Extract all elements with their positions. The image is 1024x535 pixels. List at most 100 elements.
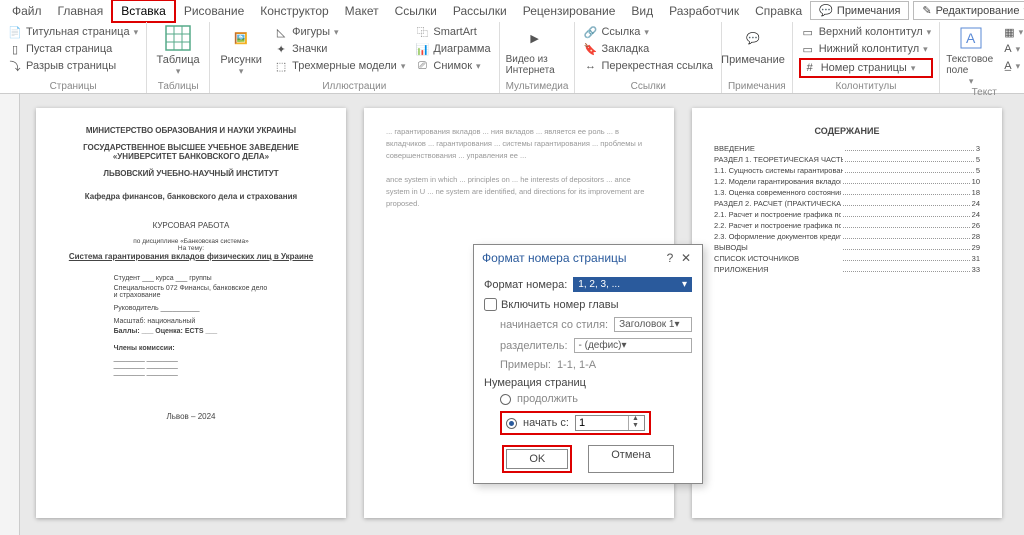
toc-entry-page: 28 xyxy=(972,232,980,241)
table-icon xyxy=(164,24,192,52)
footer-button[interactable]: ▭Нижний колонтитул▾ xyxy=(799,41,933,57)
toc-entry-page: 18 xyxy=(972,188,980,197)
title-institute: ЛЬВОВСКИЙ УЧЕБНО-НАУЧНЫЙ ИНСТИТУТ xyxy=(62,169,320,178)
link-button[interactable]: 🔗Ссылка▾ xyxy=(581,24,715,40)
page-1[interactable]: МИНИСТЕРСТВО ОБРАЗОВАНИЯ И НАУКИ УКРАИНЫ… xyxy=(36,108,346,518)
ok-button[interactable]: OK xyxy=(506,449,568,469)
toc-entry-text: 2.3. Оформление документов кредитного де… xyxy=(714,232,841,241)
smartart-button[interactable]: ⿻SmartArt xyxy=(413,24,492,40)
specialty-line: Специальность 072 Финансы, банковское де… xyxy=(114,285,269,299)
page-3[interactable]: СОДЕРЖАНИЕ ВВЕДЕНИЕ3РАЗДЕЛ 1. ТЕОРЕТИЧЕС… xyxy=(692,108,1002,518)
page-break-button[interactable]: ⤵Разрыв страницы xyxy=(6,58,140,74)
3dmodels-button[interactable]: ⬚Трехмерные модели▾ xyxy=(272,58,407,74)
cube-icon: ⬚ xyxy=(274,59,288,73)
menubar: Файл Главная Вставка Рисование Конструкт… xyxy=(0,0,1024,22)
comment-icon: 💬 xyxy=(739,24,767,52)
toc-entry-page: 29 xyxy=(972,243,980,252)
group-tables: Таблица▾ Таблицы xyxy=(147,22,210,93)
toc-entry-text: 2.1. Расчет и построение графика погашен… xyxy=(714,210,841,219)
menu-home[interactable]: Главная xyxy=(50,1,112,21)
online-video-button[interactable]: ▶Видео из Интернета xyxy=(506,24,564,76)
page2-body-text: ... гарантирования вкладов ... ния вклад… xyxy=(386,126,652,210)
examples-value: 1-1, 1-A xyxy=(557,359,596,371)
close-button[interactable]: ✕ xyxy=(678,251,694,265)
icons-button[interactable]: ✦Значки xyxy=(272,41,407,57)
comment-button[interactable]: 💬Примечание xyxy=(728,24,778,66)
toc-entry-page: 24 xyxy=(972,210,980,219)
page-container[interactable]: МИНИСТЕРСТВО ОБРАЗОВАНИЯ И НАУКИ УКРАИНЫ… xyxy=(20,94,1024,535)
toc-entry-page: 5 xyxy=(976,166,980,175)
menu-insert[interactable]: Вставка xyxy=(111,0,176,23)
menu-help[interactable]: Справка xyxy=(747,1,810,21)
supervisor-line: Руководитель __________ xyxy=(114,305,269,312)
cross-reference-button[interactable]: ↔Перекрестная ссылка xyxy=(581,58,715,74)
header-button[interactable]: ▭Верхний колонтитул▾ xyxy=(799,24,933,40)
menu-file[interactable]: Файл xyxy=(4,1,50,21)
header-icon: ▭ xyxy=(801,25,815,39)
start-at-spinner[interactable]: ▲▼ xyxy=(575,415,645,431)
page-number-format-dialog: Формат номера страницы ? ✕ Формат номера… xyxy=(473,244,703,484)
dialog-title: Формат номера страницы xyxy=(482,251,627,265)
table-button[interactable]: Таблица▾ xyxy=(153,24,203,77)
menu-view[interactable]: Вид xyxy=(623,1,661,21)
menu-references[interactable]: Ссылки xyxy=(387,1,445,21)
menu-developer[interactable]: Разработчик xyxy=(661,1,747,21)
toc-entry-page: 33 xyxy=(972,265,980,274)
toc-entry-page: 5 xyxy=(976,155,980,164)
help-button[interactable]: ? xyxy=(662,251,678,265)
menu-mailings[interactable]: Рассылки xyxy=(445,1,515,21)
number-format-select[interactable]: 1, 2, 3, ...▾ xyxy=(573,277,692,292)
spin-down[interactable]: ▼ xyxy=(629,423,642,430)
wordart-icon: A xyxy=(1004,42,1011,56)
video-icon: ▶ xyxy=(521,24,549,52)
group-illustrations: 🖼️Рисунки▾ ◺Фигуры▾ ✦Значки ⬚Трехмерные … xyxy=(210,22,499,93)
pictures-button[interactable]: 🖼️Рисунки▾ xyxy=(216,24,266,77)
textbox-button[interactable]: AТекстовое поле▾ xyxy=(946,24,996,87)
members-lines: ________ ________________ ______________… xyxy=(114,355,269,376)
cover-page-button[interactable]: 📄Титульная страница▾ xyxy=(6,24,140,40)
toc-entry-text: 2.2. Расчет и построение графика погашен… xyxy=(714,221,841,230)
toc-entry-page: 31 xyxy=(972,254,980,263)
separator-select[interactable]: - (дефис)▾ xyxy=(574,338,692,353)
xref-icon: ↔ xyxy=(583,59,597,73)
include-chapter-checkbox[interactable] xyxy=(484,298,497,311)
screenshot-icon: ⎚ xyxy=(415,59,429,73)
editing-mode-button[interactable]: ✎Редактирование▾ xyxy=(913,1,1024,20)
toc-entry-text: СПИСОК ИСТОЧНИКОВ xyxy=(714,254,841,263)
cancel-button[interactable]: Отмена xyxy=(588,445,673,473)
starts-style-label: начинается со стиля: xyxy=(500,319,608,331)
discipline: по дисциплине «Банковская система» xyxy=(62,238,320,245)
ribbon: 📄Титульная страница▾ ▯Пустая страница ⤵Р… xyxy=(0,22,1024,94)
quickparts-button[interactable]: ▦▾ xyxy=(1002,24,1022,40)
theme-label: На тему: xyxy=(62,245,320,252)
shapes-button[interactable]: ◺Фигуры▾ xyxy=(272,24,407,40)
wordart-button[interactable]: A▾ xyxy=(1002,41,1022,57)
continue-radio[interactable] xyxy=(500,394,511,405)
include-chapter-label: Включить номер главы xyxy=(501,299,619,311)
toc-entry-text: РАЗДЕЛ 2. РАСЧЕТ (ПРАКТИЧЕСКАЯ ЧАСТЬ) xyxy=(714,199,841,208)
page-break-icon: ⤵ xyxy=(8,59,22,73)
page-number-button[interactable]: #Номер страницы▾ xyxy=(799,58,933,78)
vertical-ruler xyxy=(0,94,20,535)
toc-entry-page: 10 xyxy=(972,177,980,186)
menu-layout[interactable]: Макет xyxy=(337,1,387,21)
menu-draw[interactable]: Рисование xyxy=(176,1,252,21)
bookmark-button[interactable]: 🔖Закладка xyxy=(581,41,715,57)
menu-review[interactable]: Рецензирование xyxy=(515,1,624,21)
workspace: МИНИСТЕРСТВО ОБРАЗОВАНИЯ И НАУКИ УКРАИНЫ… xyxy=(0,94,1024,535)
toc-entry-page: 26 xyxy=(972,221,980,230)
comments-button[interactable]: 💬Примечания xyxy=(810,1,909,20)
dropcap-button[interactable]: A̲▾ xyxy=(1002,58,1022,74)
title-university: ГОСУДАРСТВЕННОЕ ВЫСШЕЕ УЧЕБНОЕ ЗАВЕДЕНИЕ… xyxy=(62,143,320,161)
start-at-radio[interactable] xyxy=(506,418,517,429)
footer-icon: ▭ xyxy=(801,42,815,56)
menu-design[interactable]: Конструктор xyxy=(252,1,336,21)
starts-style-select[interactable]: Заголовок 1▾ xyxy=(614,317,692,332)
toc-title: СОДЕРЖАНИЕ xyxy=(714,126,980,136)
blank-page-button[interactable]: ▯Пустая страница xyxy=(6,41,140,57)
chart-button[interactable]: 📊Диаграмма xyxy=(413,41,492,57)
screenshot-button[interactable]: ⎚Снимок▾ xyxy=(413,58,492,74)
start-at-input[interactable] xyxy=(576,416,628,430)
theme: Система гарантирования вкладов физически… xyxy=(62,252,320,261)
comment-icon: 💬 xyxy=(819,4,833,17)
